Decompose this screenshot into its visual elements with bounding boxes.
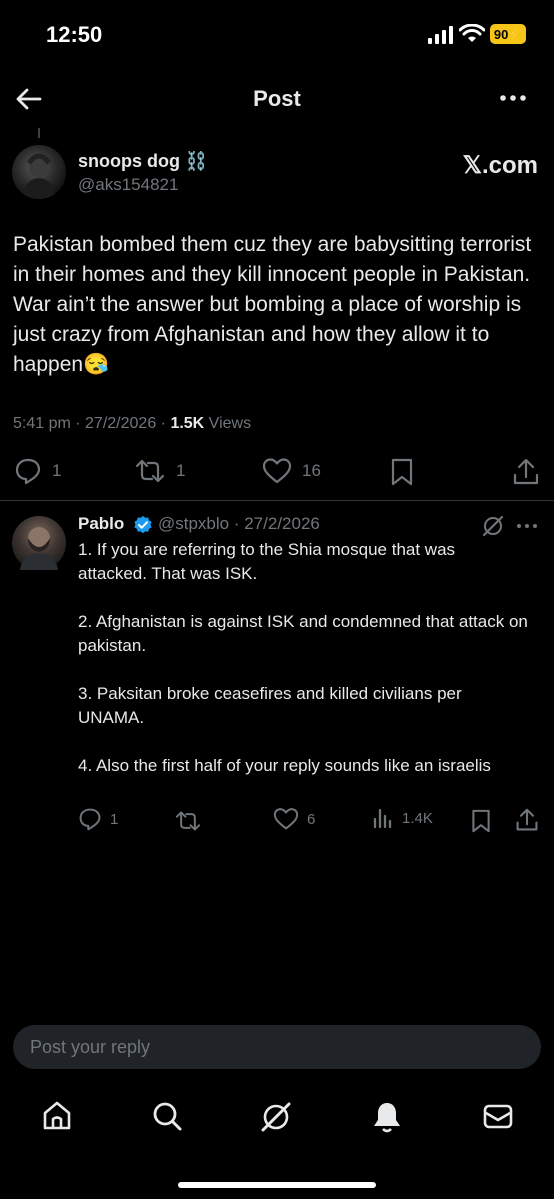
post-meta: 5:41 pm · 27/2/2026 · 1.5K Views xyxy=(13,415,251,433)
repost-button[interactable]: 1 xyxy=(134,457,185,485)
reply-input[interactable]: Post your reply xyxy=(13,1025,541,1069)
grok-icon[interactable] xyxy=(481,514,505,538)
like-button[interactable]: 16 xyxy=(262,457,321,485)
share-icon[interactable] xyxy=(515,807,539,833)
source-label: 𝕏.com xyxy=(462,152,538,179)
heart-icon xyxy=(273,808,299,830)
post-timestamp: 5:41 pm · 27/2/2026 · xyxy=(13,415,171,432)
views-chart-icon xyxy=(373,808,392,829)
reply-count: 1 xyxy=(52,461,62,480)
avatar[interactable] xyxy=(12,145,66,199)
author-name[interactable]: snoops dog ⛓️ xyxy=(78,151,207,172)
notifications-bell-icon[interactable] xyxy=(371,1100,403,1134)
avatar[interactable] xyxy=(12,516,66,570)
avatar-image xyxy=(20,527,58,570)
reply-icon xyxy=(15,458,41,485)
reply-text: 1. If you are referring to the Shia mosq… xyxy=(78,538,528,778)
page-title: Post xyxy=(253,86,301,111)
grok-icon[interactable] xyxy=(259,1100,293,1134)
bookmark-icon[interactable] xyxy=(389,457,415,487)
top-bar: Post xyxy=(0,70,554,126)
like-count: 16 xyxy=(302,461,321,480)
battery-level: 90 xyxy=(493,26,509,42)
messages-icon[interactable] xyxy=(482,1100,514,1132)
share-icon[interactable] xyxy=(512,457,540,487)
repost-icon[interactable] xyxy=(174,809,202,833)
reply-icon xyxy=(79,808,101,831)
reply-like-count: 6 xyxy=(307,810,316,828)
reply-paragraph: 4. Also the first half of your reply sou… xyxy=(78,756,491,775)
more-options-icon[interactable] xyxy=(498,86,528,110)
reply-paragraph: 1. If you are referring to the Shia mosq… xyxy=(78,540,456,583)
bookmark-icon[interactable] xyxy=(470,808,492,834)
view-count: 1.5K xyxy=(170,415,205,432)
verified-badge-icon xyxy=(134,516,152,534)
reply-paragraph: 3. Paksitan broke ceasefires and killed … xyxy=(78,684,462,727)
post-actions: 1 1 16 xyxy=(0,455,554,489)
reply-reply-button[interactable]: 1 xyxy=(78,807,118,831)
reply-more-icon[interactable] xyxy=(516,522,538,530)
author-handle[interactable]: @aks154821 xyxy=(78,175,178,195)
cellular-signal-icon xyxy=(428,26,453,44)
views-label: Views xyxy=(204,415,252,432)
reply-reply-count: 1 xyxy=(110,810,119,828)
post-text: Pakistan bombed them cuz they are babysi… xyxy=(13,233,532,376)
bottom-nav xyxy=(0,1090,554,1150)
divider xyxy=(0,500,554,501)
reply-input-placeholder: Post your reply xyxy=(30,1037,151,1057)
wifi-icon xyxy=(459,24,485,42)
reply-like-button[interactable]: 6 xyxy=(273,807,315,831)
reply-button[interactable]: 1 xyxy=(14,457,61,485)
status-bar: 12:50 90 ⚡ xyxy=(0,0,554,70)
home-icon[interactable] xyxy=(41,1100,73,1132)
heart-icon xyxy=(262,458,292,484)
reply-view-count: 1.4K xyxy=(402,809,433,827)
repost-count: 1 xyxy=(176,461,186,480)
reply-views-button[interactable]: 1.4K xyxy=(372,807,433,829)
reply-author-name[interactable]: Pablo xyxy=(78,514,124,534)
thread-connector xyxy=(38,128,40,138)
home-indicator[interactable] xyxy=(178,1182,376,1188)
status-time: 12:50 xyxy=(46,22,103,47)
avatar-image xyxy=(22,153,56,199)
search-icon[interactable] xyxy=(151,1100,183,1132)
reply-author-handle[interactable]: @stpxblo · 27/2/2026 xyxy=(158,514,320,534)
post-author: snoops dog ⛓️ @aks154821 𝕏.com xyxy=(12,145,542,201)
battery-icon: 90 ⚡ xyxy=(490,24,526,44)
repost-icon xyxy=(135,459,165,483)
reply-paragraph: 2. Afghanistan is against ISK and condem… xyxy=(78,612,528,655)
